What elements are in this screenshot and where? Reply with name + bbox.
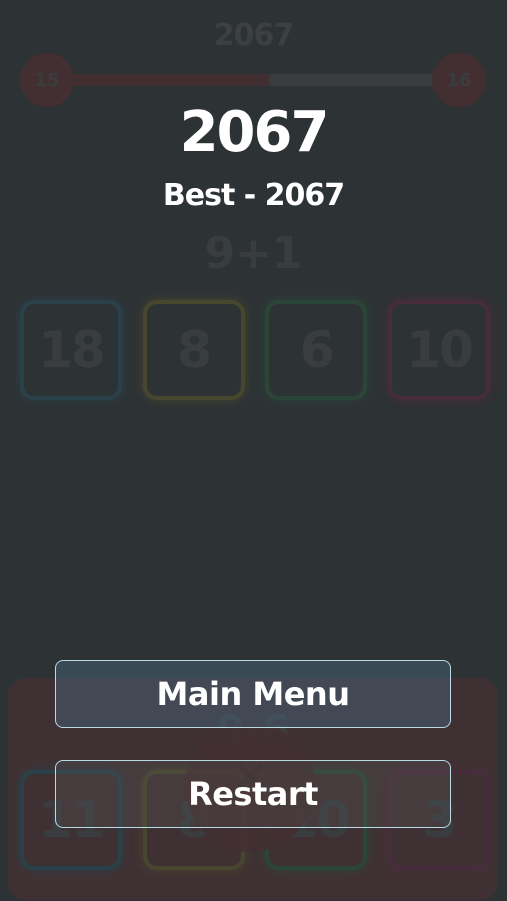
- final-score: 2067: [179, 100, 330, 165]
- best-score: Best - 2067: [162, 178, 345, 213]
- main-menu-button[interactable]: Main Menu: [55, 660, 451, 728]
- restart-button[interactable]: Restart: [55, 760, 451, 828]
